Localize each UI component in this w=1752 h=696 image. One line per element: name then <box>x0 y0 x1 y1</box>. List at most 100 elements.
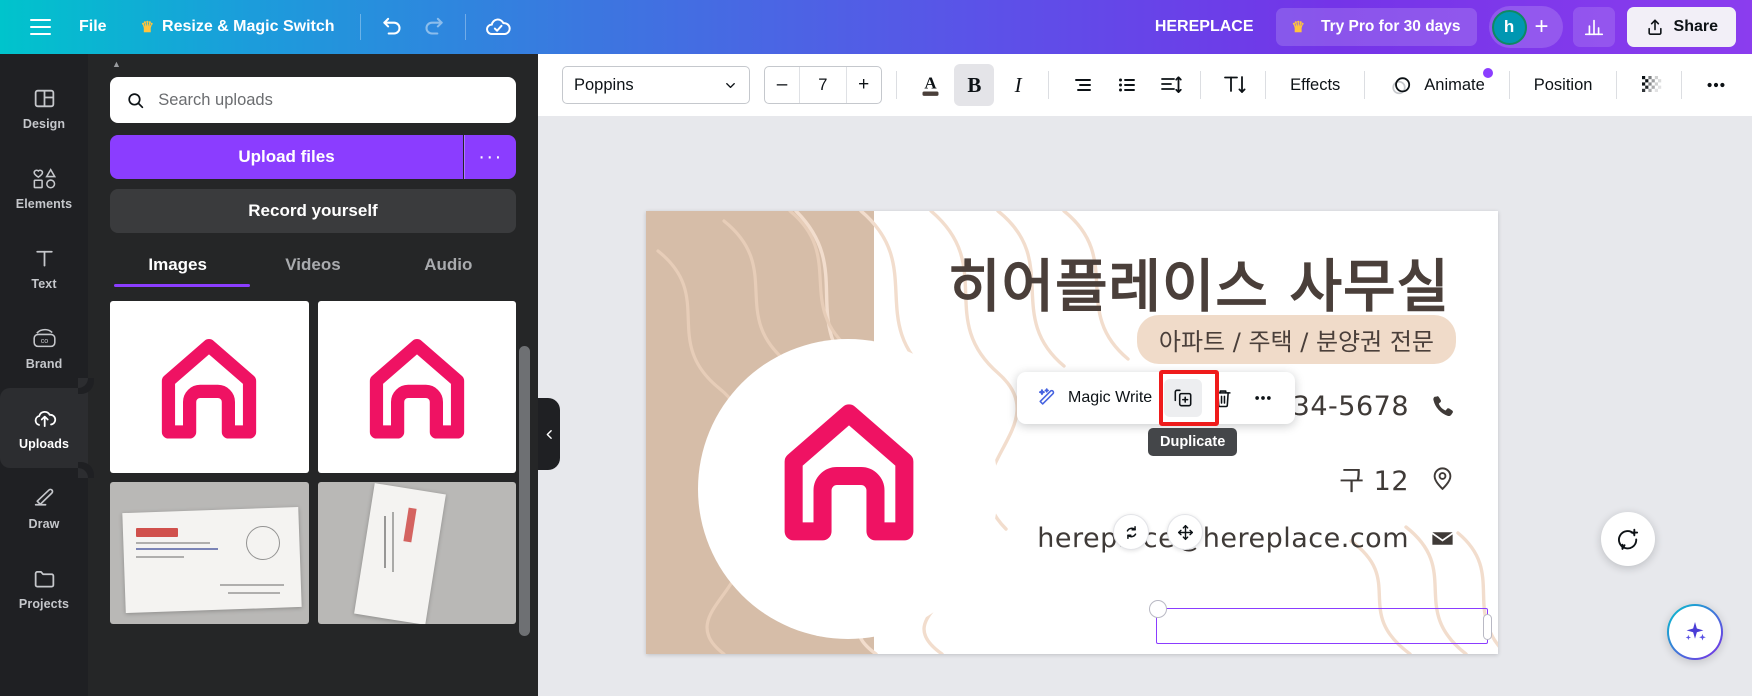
line-spacing-button[interactable] <box>1151 64 1191 106</box>
delete-button[interactable] <box>1204 379 1242 417</box>
add-comment-button[interactable] <box>1601 512 1655 566</box>
panel-scroll-up-arrow[interactable]: ▲ <box>112 59 516 69</box>
uploads-grid <box>110 301 516 624</box>
plus-icon[interactable]: + <box>1527 15 1557 39</box>
tab-videos[interactable]: Videos <box>245 255 380 287</box>
selection-handle-right[interactable] <box>1483 614 1492 640</box>
element-transform-buttons <box>1113 514 1203 550</box>
uploads-icon <box>34 410 56 427</box>
font-family-select[interactable]: Poppins <box>562 66 751 104</box>
upload-button-row: Upload files ··· <box>110 135 516 179</box>
try-pro-button[interactable]: ♛ Try Pro for 30 days <box>1275 8 1477 46</box>
chevron-down-icon <box>726 82 735 88</box>
cloud-saved-icon[interactable] <box>478 7 518 47</box>
sidebar-item-uploads[interactable]: Uploads <box>0 378 88 478</box>
search-uploads-box[interactable] <box>110 77 516 123</box>
hereplace-house-logo <box>162 338 257 439</box>
move-button[interactable] <box>1167 514 1203 550</box>
sidebar-item-design[interactable]: Design <box>0 68 88 148</box>
upload-more-options-icon[interactable]: ··· <box>464 135 516 179</box>
top-bar: File ♛ Resize & Magic Switch HEREPLACE ♛ <box>0 0 1752 54</box>
uploads-tabs: Images Videos Audio <box>110 255 516 287</box>
magic-write-button[interactable]: Magic Write <box>1027 379 1162 417</box>
share-button[interactable]: Share <box>1626 7 1736 47</box>
bulleted-list-icon <box>1118 78 1135 92</box>
sidebar-item-brand[interactable]: co Brand <box>0 308 88 388</box>
more-dots-icon <box>1255 396 1271 400</box>
divider <box>464 14 466 40</box>
hereplace-house-logo[interactable] <box>776 399 922 546</box>
crown-icon: ♛ <box>1291 18 1305 36</box>
brand-icon: co <box>32 328 56 347</box>
font-size-decrease-button[interactable]: – <box>765 67 799 103</box>
divider <box>895 71 897 99</box>
font-size-input[interactable]: 7 <box>799 67 847 103</box>
upload-thumbnail-envelope-1[interactable] <box>110 482 309 624</box>
hamburger-icon[interactable] <box>22 9 58 45</box>
design-icon <box>34 89 54 107</box>
design-page[interactable]: 히어플레이스 사무실 아파트 / 주택 / 분양권 전문 033-1234-56… <box>646 211 1498 654</box>
upload-thumbnail-logo-1[interactable] <box>110 301 309 473</box>
tab-audio[interactable]: Audio <box>381 255 516 287</box>
element-more-button[interactable] <box>1244 379 1282 417</box>
tab-images[interactable]: Images <box>110 255 245 287</box>
mail-icon <box>1432 532 1453 545</box>
selected-text-box[interactable] <box>1149 600 1492 644</box>
text-direction-button[interactable] <box>1215 64 1255 106</box>
avatar[interactable]: h <box>1491 9 1527 45</box>
animate-button[interactable]: Animate <box>1375 64 1499 106</box>
effects-label: Effects <box>1290 75 1341 94</box>
bold-button[interactable]: B <box>954 64 995 106</box>
record-yourself-button[interactable]: Record yourself <box>110 189 516 233</box>
file-menu-label: File <box>79 18 107 35</box>
design-title[interactable]: 히어플레이스 사무실 <box>948 241 1450 323</box>
transparency-button[interactable] <box>1631 64 1671 106</box>
resize-label: Resize & Magic Switch <box>162 18 335 35</box>
location-pin-icon <box>1433 467 1452 491</box>
redo-icon[interactable] <box>413 7 453 47</box>
more-options-button[interactable] <box>1696 64 1736 106</box>
sidebar-item-label: Text <box>31 276 57 291</box>
duplicate-tooltip: Duplicate <box>1148 428 1238 456</box>
sidebar-item-draw[interactable]: Draw <box>0 468 88 548</box>
sidebar-item-text[interactable]: Text <box>0 228 88 308</box>
panel-scrollbar[interactable] <box>519 346 530 636</box>
file-menu[interactable]: File <box>66 9 120 45</box>
collapse-panel-handle[interactable] <box>538 398 560 470</box>
sidebar-item-projects[interactable]: Projects <box>0 548 88 628</box>
position-button[interactable]: Position <box>1520 64 1607 106</box>
insights-icon[interactable] <box>1572 7 1615 47</box>
selection-handle-left[interactable] <box>1149 600 1167 618</box>
italic-button[interactable]: I <box>998 64 1038 106</box>
duplicate-icon <box>1174 389 1192 407</box>
divider <box>1508 71 1510 99</box>
effects-button[interactable]: Effects <box>1276 64 1354 106</box>
sidebar-item-label: Design <box>22 116 66 131</box>
rotate-icon <box>1126 525 1136 539</box>
font-size-increase-button[interactable]: + <box>847 67 881 103</box>
email-row[interactable]: hereplace@hereplace.com <box>1037 523 1456 554</box>
vertical-text-icon <box>1224 76 1246 93</box>
bulleted-list-button[interactable] <box>1107 64 1147 106</box>
search-input[interactable] <box>158 90 500 110</box>
upload-thumbnail-envelope-2[interactable] <box>317 482 516 624</box>
design-subtitle[interactable]: 아파트 / 주택 / 분양권 전문 <box>1136 315 1456 364</box>
collaborators[interactable]: h + <box>1488 6 1563 48</box>
text-color-button[interactable]: A <box>911 64 951 106</box>
document-title[interactable]: HEREPLACE <box>1141 9 1268 45</box>
resize-magic-switch-button[interactable]: ♛ Resize & Magic Switch <box>128 9 348 45</box>
text-icon <box>35 250 53 266</box>
add-comment-icon <box>1617 528 1638 550</box>
sidebar-item-elements[interactable]: Elements <box>0 148 88 228</box>
undo-icon[interactable] <box>373 7 413 47</box>
upload-thumbnail-logo-2[interactable] <box>317 301 516 473</box>
address-row[interactable]: 구 12 <box>1339 459 1456 498</box>
svg-text:co: co <box>40 336 48 344</box>
rotate-button[interactable] <box>1113 514 1149 550</box>
upload-files-button[interactable]: Upload files <box>110 135 463 179</box>
duplicate-button[interactable] <box>1164 379 1203 417</box>
text-align-button[interactable] <box>1063 64 1103 106</box>
magic-studio-button[interactable] <box>1667 604 1723 660</box>
text-color-icon: A <box>922 74 939 96</box>
animate-label: Animate <box>1424 75 1485 94</box>
